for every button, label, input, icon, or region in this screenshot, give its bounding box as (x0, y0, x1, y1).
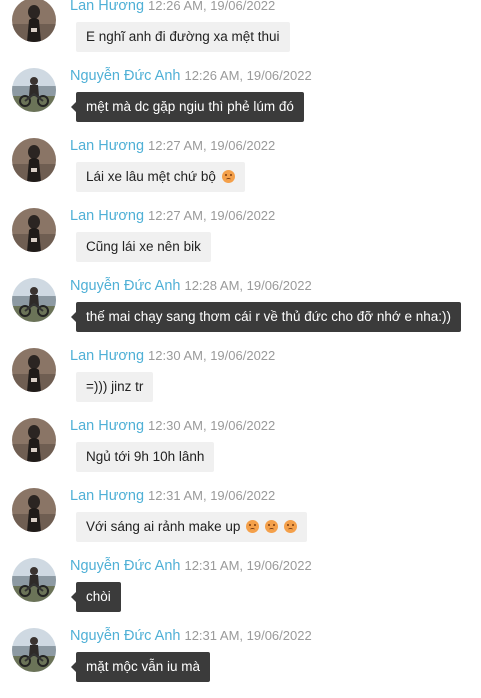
message-text: mệt mà dc gặp ngiu thì phẻ lúm đó (86, 99, 294, 114)
message-bubble: Cũng lái xe nên bik (76, 232, 211, 262)
message-bubble: mệt mà dc gặp ngiu thì phẻ lúm đó (71, 92, 304, 122)
message-item: Nguyễn Đức Anh 12:28 AM, 19/06/2022 thế m… (0, 278, 481, 348)
message-time: 12:28 AM, 19/06/2022 (184, 278, 312, 293)
message-time: 12:31 AM, 19/06/2022 (184, 558, 312, 573)
message-bubble: chòi (71, 582, 121, 612)
message-bubble: mặt mộc vẫn iu mà (70, 652, 211, 682)
message-time: 12:31 AM, 19/06/2022 (184, 628, 312, 643)
message-item: Lan Hương 12:30 AM, 19/06/2022 =))) jinz … (0, 348, 481, 418)
lan-avatar[interactable] (12, 138, 56, 182)
message-item: Nguyễn Đức Anh 12:31 AM, 19/06/2022 mặt m… (0, 628, 481, 698)
sad-face-emoji (283, 520, 297, 533)
message-time: 12:30 AM, 19/06/2022 (148, 348, 276, 363)
sad-face-emoji (221, 170, 235, 183)
sender-name[interactable]: Nguyễn Đức Anh (70, 278, 180, 294)
sender-name[interactable]: Nguyễn Đức Anh (70, 628, 180, 644)
message-bubble: Với sáng ai rảnh make up (76, 512, 307, 542)
message-header: Lan Hương 12:27 AM, 19/06/2022 (70, 208, 275, 224)
chat-message-list: Lan Hương 12:26 AM, 19/06/2022 E nghĩ anh… (0, 0, 481, 693)
anh-avatar[interactable] (12, 558, 56, 602)
lan-avatar[interactable] (12, 208, 56, 252)
lan-avatar[interactable] (12, 488, 56, 532)
lan-avatar[interactable] (12, 418, 56, 462)
message-text: =))) jinz tr (86, 379, 144, 394)
message-item: Lan Hương 12:26 AM, 19/06/2022 E nghĩ anh… (0, 0, 481, 68)
message-header: Lan Hương 12:26 AM, 19/06/2022 (70, 0, 275, 14)
sender-name[interactable]: Lan Hương (70, 488, 144, 504)
message-header: Nguyễn Đức Anh 12:31 AM, 19/06/2022 (70, 628, 312, 644)
message-header: Lan Hương 12:30 AM, 19/06/2022 (70, 348, 275, 364)
lan-avatar[interactable] (12, 348, 56, 392)
message-header: Lan Hương 12:30 AM, 19/06/2022 (70, 418, 275, 434)
sender-name[interactable]: Nguyễn Đức Anh (70, 558, 180, 574)
message-header: Lan Hương 12:27 AM, 19/06/2022 (70, 138, 275, 154)
message-text: Với sáng ai rảnh make up (86, 519, 241, 534)
message-time: 12:30 AM, 19/06/2022 (148, 418, 276, 433)
message-item: Nguyễn Đức Anh 12:31 AM, 19/06/2022 chòi (0, 558, 481, 628)
message-item: Nguyễn Đức Anh 12:26 AM, 19/06/2022 mệt m… (0, 68, 481, 138)
message-time: 12:27 AM, 19/06/2022 (148, 138, 276, 153)
sender-name[interactable]: Lan Hương (70, 208, 144, 224)
message-text: chòi (86, 589, 111, 604)
message-text: thế mai chạy sang thơm cái r về thủ đức … (86, 309, 452, 324)
message-time: 12:31 AM, 19/06/2022 (148, 488, 276, 503)
message-text: mặt mộc vẫn iu mà (86, 659, 201, 674)
message-item: Lan Hương 12:31 AM, 19/06/2022 Với sáng a… (0, 488, 481, 558)
sender-name[interactable]: Lan Hương (70, 348, 144, 364)
message-header: Nguyễn Đức Anh 12:31 AM, 19/06/2022 (70, 558, 312, 574)
message-text: Ngủ tới 9h 10h lânh (86, 449, 205, 464)
anh-avatar[interactable] (12, 68, 56, 112)
message-bubble: Ngủ tới 9h 10h lânh (76, 442, 215, 472)
message-text: E nghĩ anh đi đường xa mệt thui (86, 29, 280, 44)
message-bubble: thế mai chạy sang thơm cái r về thủ đức … (70, 302, 462, 332)
message-bubble: Lái xe lâu mệt chứ bộ (76, 162, 245, 192)
sad-face-emoji (246, 520, 260, 533)
sender-name[interactable]: Nguyễn Đức Anh (70, 68, 180, 84)
message-text: Cũng lái xe nên bik (86, 239, 201, 254)
message-bubble: =))) jinz tr (76, 372, 154, 402)
lan-avatar[interactable] (12, 0, 56, 42)
message-time: 12:26 AM, 19/06/2022 (148, 0, 276, 13)
message-bubble: E nghĩ anh đi đường xa mệt thui (76, 22, 290, 52)
message-header: Nguyễn Đức Anh 12:26 AM, 19/06/2022 (70, 68, 312, 84)
sender-name[interactable]: Lan Hương (70, 138, 144, 154)
message-header: Nguyễn Đức Anh 12:28 AM, 19/06/2022 (70, 278, 312, 294)
message-item: Lan Hương 12:27 AM, 19/06/2022 Lái xe lâu… (0, 138, 481, 208)
anh-avatar[interactable] (12, 628, 56, 672)
message-item: Lan Hương 12:30 AM, 19/06/2022 Ngủ tới 9h… (0, 418, 481, 488)
sad-face-emoji (264, 520, 278, 533)
anh-avatar[interactable] (12, 278, 56, 322)
message-text: Lái xe lâu mệt chứ bộ (86, 169, 216, 184)
message-time: 12:26 AM, 19/06/2022 (184, 68, 312, 83)
message-header: Lan Hương 12:31 AM, 19/06/2022 (70, 488, 275, 504)
sender-name[interactable]: Lan Hương (70, 0, 144, 14)
message-time: 12:27 AM, 19/06/2022 (148, 208, 276, 223)
sender-name[interactable]: Lan Hương (70, 418, 144, 434)
message-item: Lan Hương 12:27 AM, 19/06/2022 Cũng lái x… (0, 208, 481, 278)
